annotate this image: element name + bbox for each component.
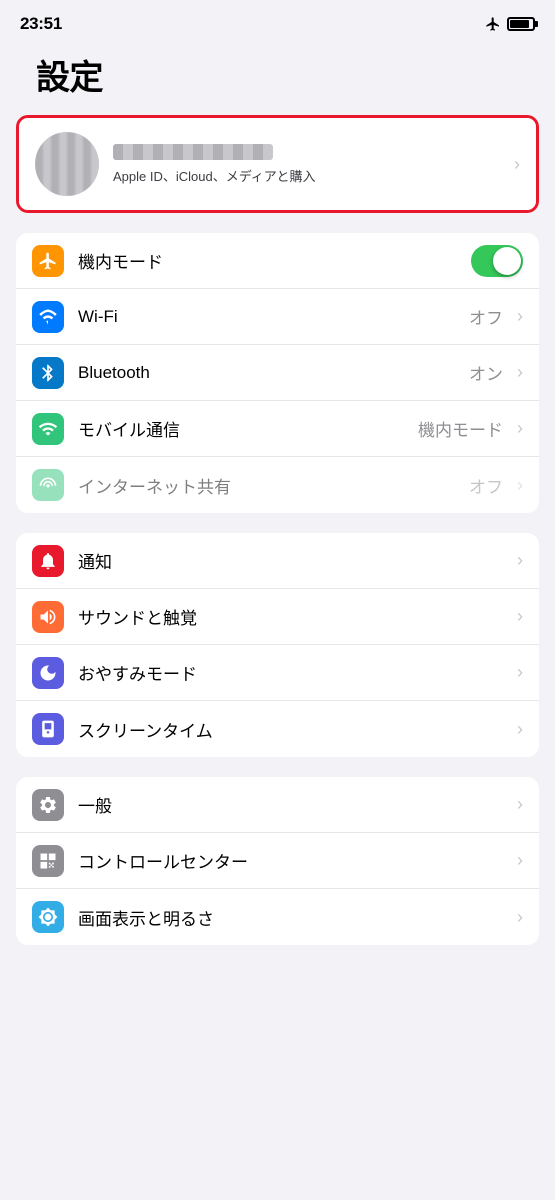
display-chevron: ›	[517, 907, 523, 928]
display-icon-wrap	[32, 901, 64, 933]
wifi-chevron: ›	[517, 306, 523, 327]
display-icon	[38, 907, 58, 927]
screentime-label: スクリーンタイム	[78, 717, 509, 742]
donotdisturb-icon-wrap	[32, 657, 64, 689]
chevron-icon: ›	[514, 154, 520, 175]
sounds-label: サウンドと触覚	[78, 604, 509, 629]
notifications-icon	[38, 551, 58, 571]
wifi-label: Wi-Fi	[78, 307, 469, 327]
settings-row-bluetooth[interactable]: Bluetooth オン ›	[16, 345, 539, 401]
airplane-status-icon	[485, 16, 501, 32]
controlcenter-icon-wrap	[32, 845, 64, 877]
wifi-icon	[38, 307, 58, 327]
bluetooth-icon	[38, 363, 58, 383]
general-icon-wrap	[32, 789, 64, 821]
hotspot-icon-wrap	[32, 469, 64, 501]
notifications-label: 通知	[78, 548, 509, 573]
controlcenter-icon	[38, 851, 58, 871]
settings-row-general[interactable]: 一般 ›	[16, 777, 539, 833]
hotspot-icon	[38, 475, 58, 495]
settings-row-screentime[interactable]: スクリーンタイム ›	[16, 701, 539, 757]
status-time: 23:51	[20, 14, 62, 34]
airplane-mode-toggle[interactable]	[471, 245, 523, 277]
bluetooth-chevron: ›	[517, 362, 523, 383]
donotdisturb-chevron: ›	[517, 662, 523, 683]
airplane-icon-wrap	[32, 245, 64, 277]
cellular-chevron: ›	[517, 418, 523, 439]
hotspot-chevron: ›	[517, 475, 523, 496]
status-icons	[485, 16, 535, 32]
controlcenter-label: コントロールセンター	[78, 848, 509, 873]
bluetooth-value: オン	[469, 360, 503, 385]
bluetooth-label: Bluetooth	[78, 363, 469, 383]
avatar	[35, 132, 99, 196]
moon-icon	[38, 663, 58, 683]
apple-id-subtitle: Apple ID、iCloud、メディアと購入	[113, 166, 506, 185]
hotspot-value: オフ	[469, 473, 503, 498]
apple-id-name-bar	[113, 144, 273, 160]
screentime-icon-wrap	[32, 713, 64, 745]
sounds-icon	[38, 607, 58, 627]
battery-icon	[507, 17, 535, 31]
settings-row-wifi[interactable]: Wi-Fi オフ ›	[16, 289, 539, 345]
toggle-knob	[493, 247, 521, 275]
settings-row-sounds[interactable]: サウンドと触覚 ›	[16, 589, 539, 645]
settings-row-notifications[interactable]: 通知 ›	[16, 533, 539, 589]
wifi-value: オフ	[469, 304, 503, 329]
general-chevron: ›	[517, 794, 523, 815]
hotspot-label: インターネット共有	[78, 473, 469, 498]
sounds-icon-wrap	[32, 601, 64, 633]
bluetooth-icon-wrap	[32, 357, 64, 389]
settings-row-display[interactable]: 画面表示と明るさ ›	[16, 889, 539, 945]
cellular-icon-wrap	[32, 413, 64, 445]
cellular-value: 機内モード	[418, 416, 503, 441]
wifi-icon-wrap	[32, 301, 64, 333]
status-bar: 23:51	[0, 0, 555, 40]
settings-group-notifications: 通知 › サウンドと触覚 › おやすみモード ›	[16, 533, 539, 757]
settings-row-cellular[interactable]: モバイル通信 機内モード ›	[16, 401, 539, 457]
settings-group-network: 機内モード Wi-Fi オフ › Bluetooth オン	[16, 233, 539, 513]
apple-id-section[interactable]: Apple ID、iCloud、メディアと購入 ›	[16, 115, 539, 213]
airplane-label: 機内モード	[78, 248, 463, 273]
sounds-chevron: ›	[517, 606, 523, 627]
settings-row-controlcenter[interactable]: コントロールセンター ›	[16, 833, 539, 889]
controlcenter-chevron: ›	[517, 850, 523, 871]
notifications-icon-wrap	[32, 545, 64, 577]
airplane-icon	[38, 251, 58, 271]
gear-icon	[38, 795, 58, 815]
settings-group-general: 一般 › コントロールセンター › 画面表示と明るさ ›	[16, 777, 539, 945]
cellular-label: モバイル通信	[78, 416, 418, 441]
page-title: 設定	[16, 40, 539, 115]
notifications-chevron: ›	[517, 550, 523, 571]
cellular-icon	[38, 419, 58, 439]
apple-id-info: Apple ID、iCloud、メディアと購入	[113, 144, 506, 185]
settings-row-hotspot[interactable]: インターネット共有 オフ ›	[16, 457, 539, 513]
general-label: 一般	[78, 792, 509, 817]
settings-row-airplane[interactable]: 機内モード	[16, 233, 539, 289]
donotdisturb-label: おやすみモード	[78, 660, 509, 685]
screentime-chevron: ›	[517, 719, 523, 740]
screentime-icon	[38, 719, 58, 739]
settings-row-donotdisturb[interactable]: おやすみモード ›	[16, 645, 539, 701]
display-label: 画面表示と明るさ	[78, 905, 509, 930]
